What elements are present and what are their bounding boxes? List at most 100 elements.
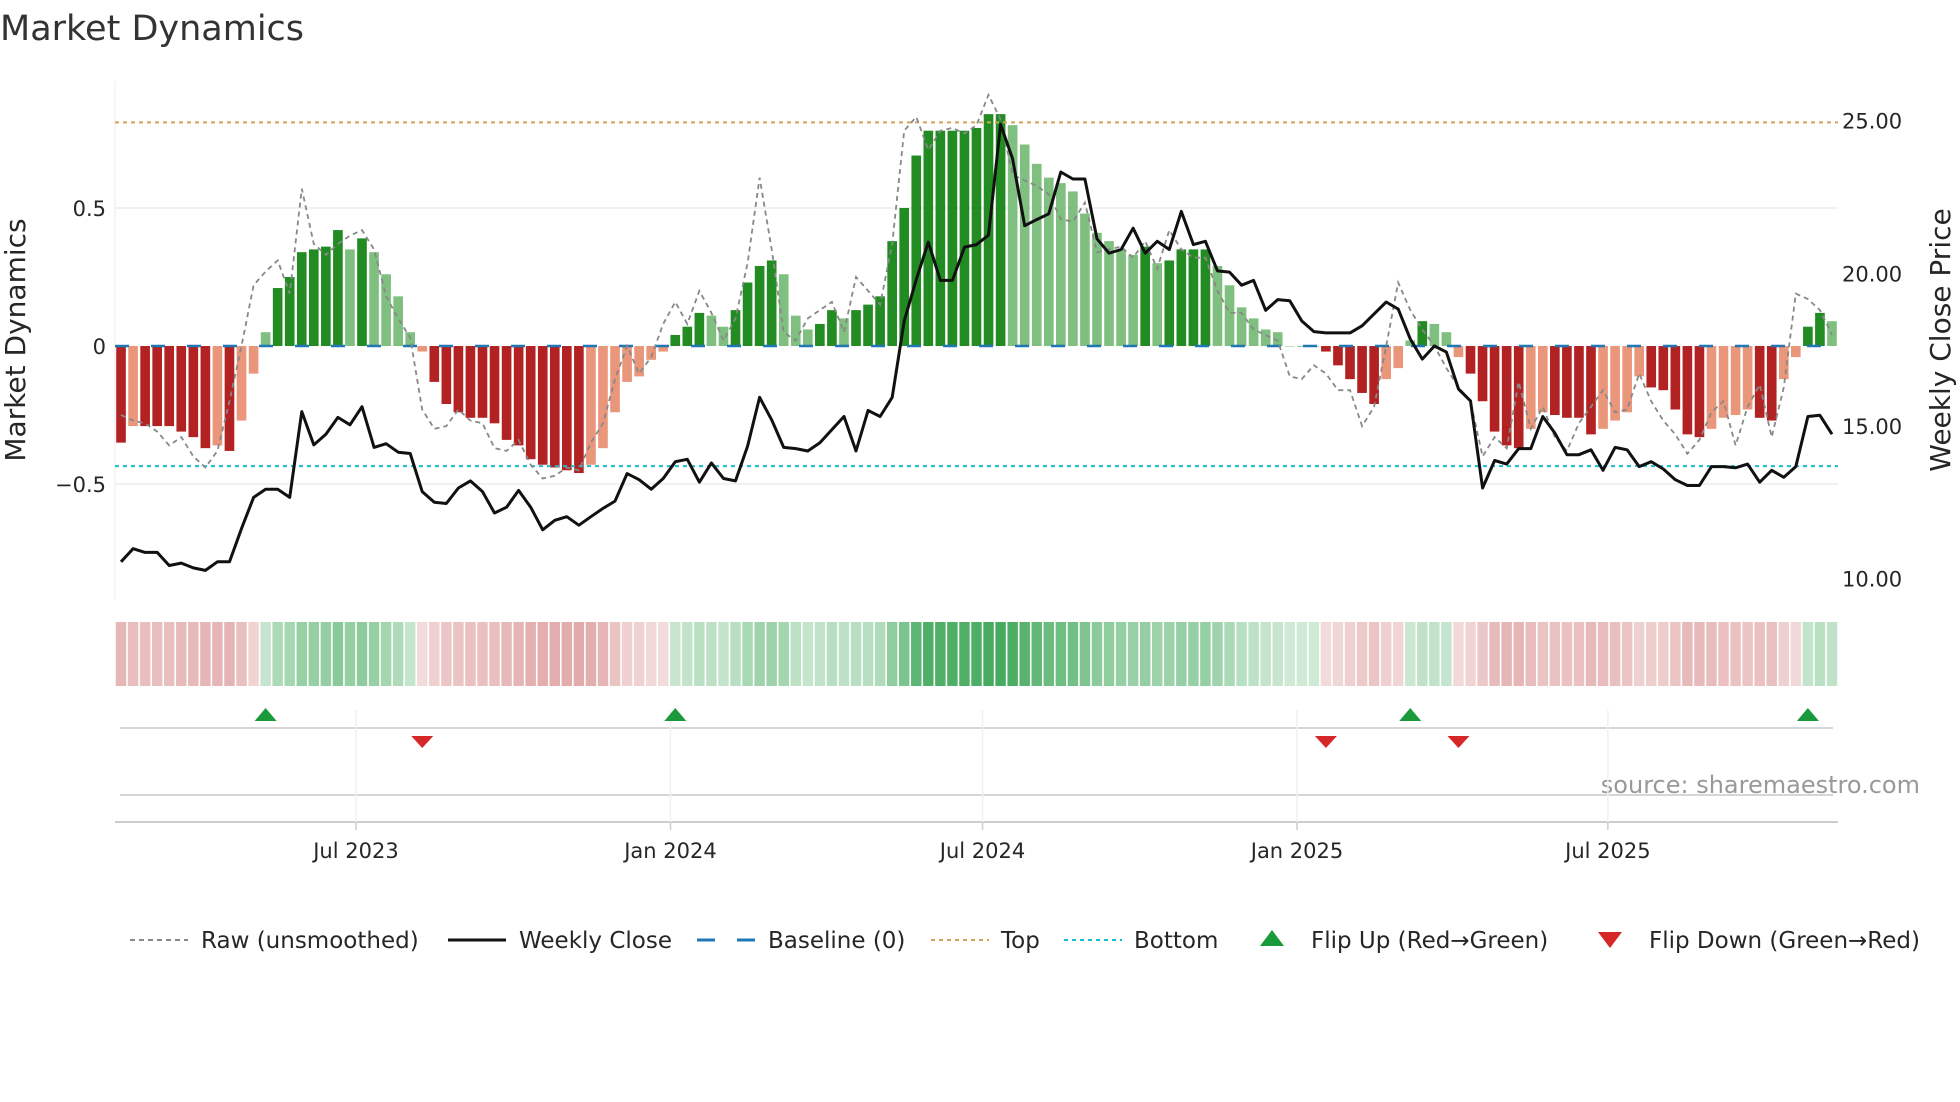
dynamics-bar [441,346,452,404]
x-tick-label: Jul 2023 [311,839,398,863]
heat-cell [284,622,295,686]
heat-cell [1633,622,1645,686]
dynamics-bar [1586,346,1596,435]
dynamics-bar [429,346,440,382]
heat-cell [1103,622,1115,686]
heat-cell [1284,622,1295,686]
heat-cell [1585,622,1597,686]
heat-cell [224,622,235,686]
dynamics-bar [1429,323,1440,347]
dynamics-bar [947,130,958,347]
dynamics-bar [1104,241,1114,347]
dynamics-bar [863,304,873,347]
heat-cell [1127,622,1139,686]
dynamics-bar [513,346,524,446]
dynamics-bar [1369,346,1379,404]
heat-cell [1513,622,1524,686]
dynamics-bar [1574,346,1584,418]
dynamics-bar [248,346,259,374]
dynamics-bar [718,326,729,347]
flip-up-marker [1399,708,1422,721]
dynamics-bar [1562,346,1572,418]
heat-cell [609,622,621,686]
dynamics-bar [742,282,753,347]
flip-down-marker [1314,736,1337,748]
dynamics-bar [574,346,584,474]
heat-cell [585,622,597,686]
heat-cell [1718,622,1729,686]
heat-cell [453,622,464,686]
heat-cell [115,622,127,686]
heat-cell [778,622,789,686]
heat-cell [272,622,283,686]
heat-cell [465,622,476,686]
heat-cell [1465,622,1476,686]
heat-cell [1332,622,1344,686]
dynamics-bar [1200,249,1211,347]
heat-cell [1597,622,1609,686]
dynamics-bar [851,310,861,347]
dynamics-bar [128,346,138,427]
dynamics-bar [308,249,319,347]
dynamics-bar [694,312,705,347]
heat-cell [163,622,175,686]
heat-cell [1658,622,1669,686]
heat-cell [429,622,440,686]
y2-tick-label: 20.00 [1842,262,1902,286]
heat-cell [188,622,199,686]
heat-cell [1573,622,1585,686]
heat-cell [1441,622,1452,686]
heat-cell [561,622,573,686]
heat-cell [633,622,645,686]
dynamics-bar [670,334,681,347]
dynamics-bar [1248,318,1259,347]
dynamics-bar [1477,346,1488,402]
heat-cell [501,622,512,686]
heat-cell [645,622,657,686]
dynamics-bar [525,346,536,460]
heat-cell [1405,622,1416,686]
y2-tick-label: 10.00 [1842,568,1902,592]
dynamics-bar [140,346,150,427]
heat-cell [212,622,223,686]
heat-cell [1272,622,1283,686]
dynamics-bar [1658,346,1669,391]
dynamics-bar [453,346,464,413]
heat-cell [573,622,585,686]
heat-cell [754,622,765,686]
heat-cell [441,622,452,686]
dynamics-bar [1164,260,1175,347]
dynamics-bar [586,346,596,465]
dynamics-bar [1646,346,1657,388]
dynamics-bar [176,346,187,432]
heat-cell [1019,622,1030,686]
dynamics-bar [959,130,970,347]
dynamics-bar [164,346,175,427]
heat-cell [368,622,380,686]
legend-label-flip_up: Flip Up (Red→Green) [1311,928,1548,954]
heat-cell [838,622,850,686]
heat-cell [513,622,524,686]
heat-cell [1164,622,1175,686]
heat-cell [1525,622,1536,686]
y-tick-label: −0.5 [55,473,106,497]
heat-cell [332,622,344,686]
heat-cell [139,622,151,686]
heat-cell [1139,622,1151,686]
heat-cell [1549,622,1561,686]
heat-cell [621,622,633,686]
y2-tick-label: 15.00 [1842,415,1902,439]
heat-cell [392,622,404,686]
heat-cell [1609,622,1621,686]
dynamics-bar [1260,329,1271,347]
heat-cell [1477,622,1488,686]
dynamics-bar [827,310,837,347]
heat-cell [1188,622,1199,686]
heat-cell [935,622,946,686]
heat-cell [730,622,741,686]
y-axis-label: Market Dynamics [0,218,32,461]
y-tick-label: 0 [93,335,106,359]
heat-cell [1296,622,1308,686]
dynamics-bar [1550,346,1560,416]
dynamics-bar [1598,346,1608,429]
